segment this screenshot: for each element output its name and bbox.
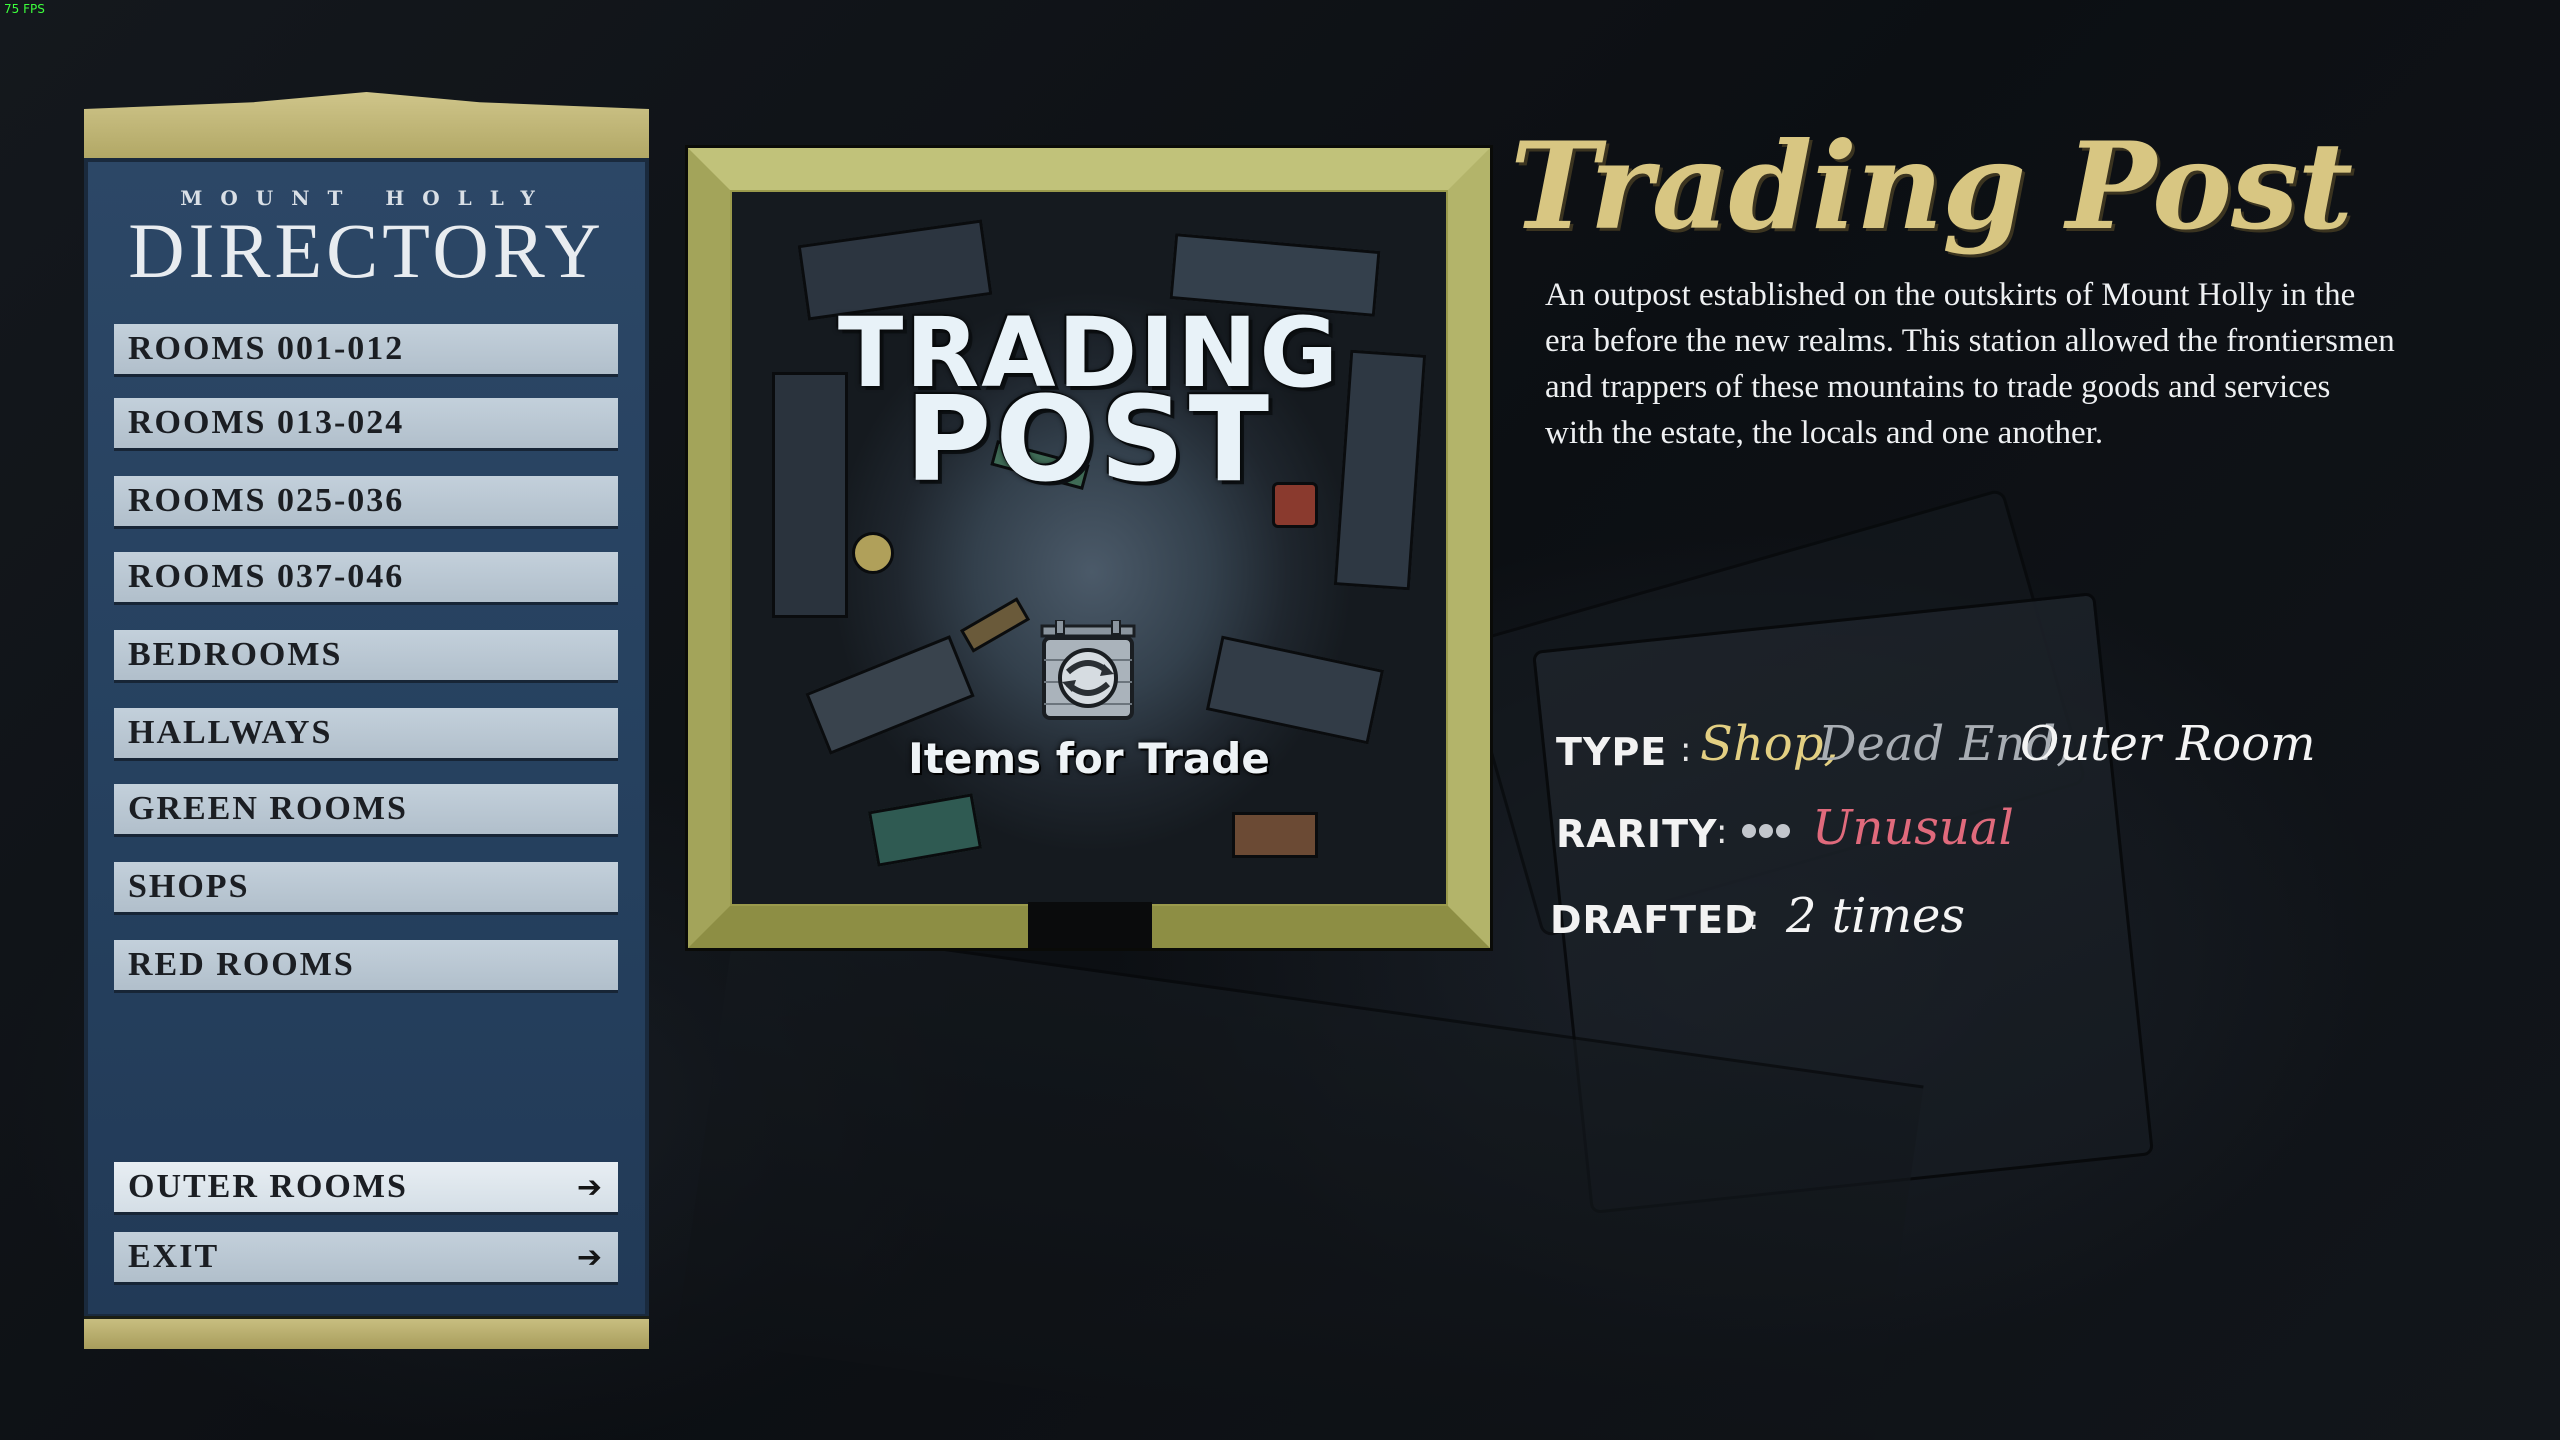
room-name-title: Trading Post	[1510, 116, 2353, 257]
directory-item-rooms-037-046[interactable]: ROOMS 037-046	[114, 552, 618, 602]
directory-item-red-rooms[interactable]: RED ROOMS	[114, 940, 618, 990]
drafted-separator: :	[1748, 898, 1760, 938]
rarity-dot-icon	[1776, 824, 1790, 838]
directory-title: DIRECTORY	[128, 207, 605, 294]
trade-sign-icon	[1040, 620, 1136, 720]
directory-item-label: ROOMS 037-046	[128, 558, 405, 595]
arrow-right-icon: ➔	[576, 1170, 604, 1205]
directory-item-green-rooms[interactable]: GREEN ROOMS	[114, 784, 618, 834]
directory-item-label: ROOMS 025-036	[128, 482, 405, 519]
directory-item-label: HALLWAYS	[128, 714, 333, 751]
directory-footer-cap	[84, 1316, 649, 1349]
rarity-dot-icon	[1759, 824, 1773, 838]
rarity-value: Unusual	[1812, 800, 2014, 856]
rarity-dot-icon	[1742, 824, 1756, 838]
arrow-right-icon: ➔	[576, 1240, 604, 1275]
room-card-title: TRADING POST	[732, 305, 1446, 498]
directory-item-rooms-025-036[interactable]: ROOMS 025-036	[114, 476, 618, 526]
drafted-label: DRAFTED	[1550, 898, 1757, 942]
room-card-caption: Items for Trade	[908, 734, 1270, 783]
directory-item-label: BEDROOMS	[128, 636, 343, 673]
room-description: An outpost established on the outskirts …	[1545, 277, 2395, 451]
directory-item-label: ROOMS 001-012	[128, 330, 405, 367]
room-doorway	[1028, 902, 1152, 948]
directory-item-label: OUTER ROOMS	[128, 1168, 408, 1205]
rarity-separator: :	[1716, 812, 1728, 852]
rarity-dots	[1742, 824, 1790, 838]
directory-item-hallways[interactable]: HALLWAYS	[114, 708, 618, 758]
type-separator: :	[1680, 730, 1692, 770]
directory-item-rooms-001-012[interactable]: ROOMS 001-012	[114, 324, 618, 374]
type-value-outer-room: Outer Room	[2020, 716, 2316, 772]
exit-button[interactable]: EXIT ➔	[114, 1232, 618, 1282]
type-label: TYPE	[1556, 730, 1668, 774]
directory-item-label: RED ROOMS	[128, 946, 355, 983]
directory-item-bedrooms[interactable]: BEDROOMS	[114, 630, 618, 680]
exit-label: EXIT	[128, 1238, 220, 1275]
rarity-label: RARITY	[1556, 812, 1718, 856]
directory-item-outer-rooms[interactable]: OUTER ROOMS ➔	[114, 1162, 618, 1212]
drafted-value: 2 times	[1786, 888, 1965, 944]
directory-item-label: GREEN ROOMS	[128, 790, 408, 827]
directory-item-rooms-013-024[interactable]: ROOMS 013-024	[114, 398, 618, 448]
directory-item-label: SHOPS	[128, 868, 250, 905]
directory-item-label: ROOMS 013-024	[128, 404, 405, 441]
directory-item-shops[interactable]: SHOPS	[114, 862, 618, 912]
fps-counter: 75 FPS	[4, 2, 45, 16]
